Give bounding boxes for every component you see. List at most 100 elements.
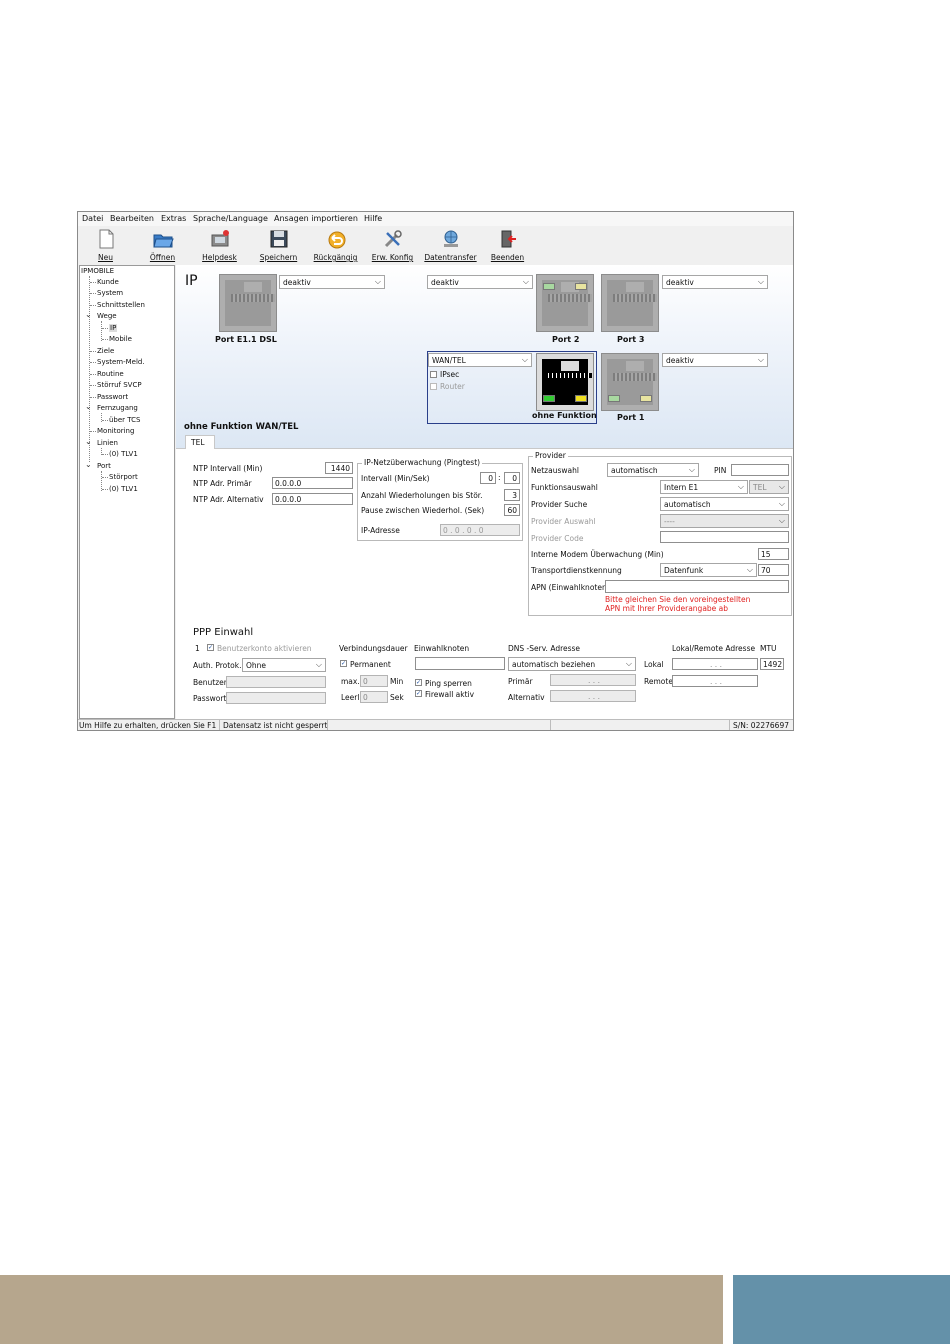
netzauswahl-select[interactable]: automatisch ⌵ <box>607 463 699 477</box>
provider-suche-select[interactable]: automatisch ⌵ <box>660 497 789 511</box>
provider-auswahl-select[interactable]: ---- ⌵ <box>660 514 789 528</box>
tree-item-ueber-tcs[interactable]: über TCS <box>109 416 141 424</box>
leer-input[interactable]: 0 <box>360 691 388 703</box>
wan-select[interactable]: WAN/TEL ⌵ <box>428 353 532 367</box>
tree-item-schnittstellen[interactable]: Schnittstellen <box>97 301 145 309</box>
transport-select[interactable]: Datenfunk ⌵ <box>660 563 757 577</box>
exit-button[interactable]: Beenden <box>480 226 535 264</box>
chevron-down-icon[interactable]: ⌄ <box>85 437 92 446</box>
ping-retries-input[interactable]: 3 <box>504 489 520 501</box>
firewall-label: Firewall aktiv <box>425 690 475 699</box>
dns-select[interactable]: automatisch beziehen ⌵ <box>508 657 636 671</box>
apn-input[interactable] <box>605 580 789 593</box>
provider-legend: Provider <box>533 451 568 460</box>
ping-block-label: Ping sperren <box>425 679 472 688</box>
undo-button[interactable]: Rückgängig <box>308 226 363 264</box>
dns-primary-input[interactable]: . . . <box>550 674 636 686</box>
port-2[interactable] <box>536 274 594 332</box>
port-1-select[interactable]: deaktiv ⌵ <box>662 353 768 367</box>
status-bar: Um Hilfe zu erhalten, drücken Sie F1 Dat… <box>78 719 793 730</box>
tree-item-wege[interactable]: Wege <box>97 312 117 320</box>
tree-item-routine[interactable]: Routine <box>97 370 124 378</box>
chevron-down-icon[interactable]: ⌄ <box>85 402 92 411</box>
tree-item-linien[interactable]: Linien <box>97 439 118 447</box>
tree-item-port[interactable]: Port <box>97 462 111 470</box>
menu-ansagen[interactable]: Ansagen importieren <box>274 214 358 223</box>
tree-item-ziele[interactable]: Ziele <box>97 347 114 355</box>
exit-icon <box>501 230 516 248</box>
mtu-input[interactable]: 1492 <box>760 658 784 670</box>
ntp-primary-input[interactable]: 0.0.0.0 <box>272 477 353 489</box>
account-checkbox[interactable]: ✓ <box>207 644 214 651</box>
port-3[interactable] <box>601 274 659 332</box>
footer-bar-left <box>0 1275 723 1344</box>
advanced-config-button[interactable]: Erw. Konfig <box>365 226 420 264</box>
knoten-input[interactable] <box>415 657 505 670</box>
ntp-alt-input[interactable]: 0.0.0.0 <box>272 493 353 505</box>
save-button[interactable]: Speichern <box>251 226 306 264</box>
tree-item-system[interactable]: System <box>97 289 123 297</box>
helpdesk-button[interactable]: Helpdesk <box>192 226 247 264</box>
menu-sprache[interactable]: Sprache/Language <box>193 214 268 223</box>
remote-input[interactable]: . . . <box>672 675 758 687</box>
auth-select[interactable]: Ohne ⌵ <box>242 658 326 672</box>
tree-item-linien-tlv1[interactable]: (0) TLV1 <box>109 450 138 458</box>
permanent-checkbox[interactable]: ✓ <box>340 660 347 667</box>
ping-block-checkbox[interactable]: ✓ <box>415 679 422 686</box>
user-input[interactable] <box>226 676 326 688</box>
ping-interval-min-input[interactable]: 0 <box>480 472 496 484</box>
ntp-interval-input[interactable]: 1440 <box>325 462 353 474</box>
transport-input[interactable]: 70 <box>758 564 789 576</box>
provider-auswahl-label: Provider Auswahl <box>531 517 596 526</box>
tree-item-port-tlv1[interactable]: (0) TLV1 <box>109 485 138 493</box>
ping-pause-label: Pause zwischen Wiederhol. (Sek) <box>361 506 485 515</box>
port-e11-dsl[interactable] <box>219 274 277 332</box>
open-button[interactable]: Öffnen <box>135 226 190 264</box>
menu-extras[interactable]: Extras <box>161 214 186 223</box>
port-2-3-select[interactable]: deaktiv ⌵ <box>427 275 533 289</box>
router-checkbox[interactable] <box>430 383 437 390</box>
ping-pause-input[interactable]: 60 <box>504 504 520 516</box>
chevron-down-icon: ⌵ <box>374 277 381 286</box>
tree-item-system-meld[interactable]: System-Meld. <box>97 358 145 366</box>
menu-hilfe[interactable]: Hilfe <box>364 214 382 223</box>
ping-legend: IP-Netzüberwachung (Pingtest) <box>362 458 483 467</box>
tree-root[interactable]: IPMOBILE <box>81 267 114 275</box>
provider-code-input[interactable] <box>660 531 789 543</box>
port-3-select[interactable]: deaktiv ⌵ <box>662 275 768 289</box>
tree-item-ip[interactable]: IP <box>109 324 118 332</box>
tree-item-mobile[interactable]: Mobile <box>109 335 132 343</box>
port-1[interactable] <box>601 353 659 411</box>
tree-item-passwort[interactable]: Passwort <box>97 393 128 401</box>
funktion-select[interactable]: Intern E1 ⌵ <box>660 480 748 494</box>
chevron-down-icon[interactable]: ⌄ <box>85 310 92 319</box>
lokal-input[interactable]: . . . <box>672 658 758 670</box>
undo-icon <box>328 231 346 249</box>
chevron-down-icon[interactable]: ⌄ <box>85 460 92 469</box>
ntp-interval-label: NTP Intervall (Min) <box>193 464 263 473</box>
tree-item-monitoring[interactable]: Monitoring <box>97 427 134 435</box>
funktion-select-2[interactable]: TEL ⌵ <box>749 480 789 494</box>
modem-input[interactable]: 15 <box>758 548 789 560</box>
dns-alt-input[interactable]: . . . <box>550 690 636 702</box>
menu-bearbeiten[interactable]: Bearbeiten <box>110 214 154 223</box>
port-e11-select[interactable]: deaktiv ⌵ <box>279 275 385 289</box>
tree-item-kunde[interactable]: Kunde <box>97 278 119 286</box>
leer-label: Leerl. <box>341 693 362 702</box>
pass-input[interactable] <box>226 692 326 704</box>
ping-ip-input[interactable]: 0 . 0 . 0 . 0 <box>440 524 520 536</box>
tab-tel[interactable]: TEL <box>185 435 215 449</box>
tree-item-stoerport[interactable]: Störport <box>109 473 138 481</box>
port-wan[interactable] <box>536 353 594 411</box>
dns-primary-label: Primär <box>508 677 533 686</box>
pin-input[interactable] <box>731 464 789 476</box>
tree-item-fernzugang[interactable]: Fernzugang <box>97 404 138 412</box>
ping-interval-sek-input[interactable]: 0 <box>504 472 520 484</box>
tree-item-stoerruf[interactable]: Störruf SVCP <box>97 381 142 389</box>
data-transfer-button[interactable]: Datentransfer <box>423 226 478 264</box>
new-button[interactable]: Neu <box>78 226 133 264</box>
firewall-checkbox[interactable]: ✓ <box>415 690 422 697</box>
menu-datei[interactable]: Datei <box>82 214 103 223</box>
ipsec-checkbox[interactable] <box>430 371 437 378</box>
max-input[interactable]: 0 <box>360 675 388 687</box>
